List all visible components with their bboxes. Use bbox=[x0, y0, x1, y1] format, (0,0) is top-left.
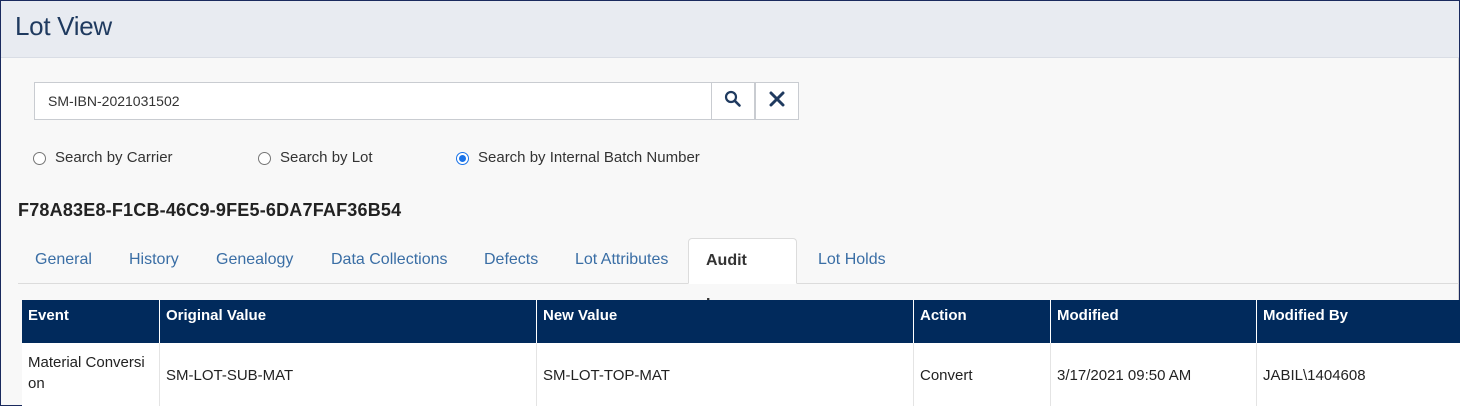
search-type-options: Search by Carrier Search by Lot Search b… bbox=[33, 149, 793, 169]
cell-original-value: SM-LOT-SUB-MAT bbox=[160, 343, 537, 406]
clear-button[interactable] bbox=[755, 82, 799, 120]
tab-data-collections[interactable]: Data Collections bbox=[314, 238, 465, 284]
column-header-original-value[interactable]: Original Value bbox=[160, 300, 537, 343]
tab-genealogy[interactable]: Genealogy bbox=[199, 238, 310, 284]
search-icon bbox=[724, 90, 742, 113]
cell-modified: 3/17/2021 09:50 AM bbox=[1051, 343, 1257, 406]
column-header-new-value[interactable]: New Value bbox=[537, 300, 914, 343]
search-button[interactable] bbox=[711, 82, 755, 120]
tab-history[interactable]: History bbox=[112, 238, 196, 284]
tab-audit-log[interactable]: Audit Log bbox=[688, 238, 797, 313]
radio-label: Search by Lot bbox=[280, 149, 373, 166]
tab-lot-holds[interactable]: Lot Holds bbox=[801, 238, 903, 284]
tab-lot-attributes[interactable]: Lot Attributes bbox=[558, 238, 685, 284]
radio-search-by-internal-batch-number[interactable]: Search by Internal Batch Number bbox=[456, 149, 700, 166]
radio-button[interactable] bbox=[33, 152, 46, 165]
audit-log-table: Event Original Value New Value Action Mo… bbox=[22, 300, 1460, 406]
page-header: Lot View bbox=[1, 1, 1459, 58]
search-input[interactable] bbox=[34, 82, 711, 120]
table-header: Event Original Value New Value Action Mo… bbox=[22, 300, 1460, 343]
cell-modified-by: JABIL\1404608 bbox=[1263, 366, 1366, 384]
column-header-action[interactable]: Action bbox=[914, 300, 1051, 343]
radio-button-selected[interactable] bbox=[456, 152, 469, 165]
column-header-modified-by[interactable]: Modified By bbox=[1257, 300, 1460, 343]
close-icon bbox=[769, 91, 785, 112]
cell-event: Material Conversion bbox=[22, 343, 160, 406]
lot-id-heading: F78A83E8-F1CB-46C9-9FE5-6DA7FAF36B54 bbox=[18, 200, 402, 220]
tab-defects[interactable]: Defects bbox=[467, 238, 555, 284]
column-header-modified[interactable]: Modified bbox=[1051, 300, 1257, 343]
radio-search-by-carrier[interactable]: Search by Carrier bbox=[33, 149, 173, 166]
cell-new-value: SM-LOT-TOP-MAT bbox=[537, 343, 914, 406]
radio-label: Search by Carrier bbox=[55, 149, 173, 166]
radio-button[interactable] bbox=[258, 152, 271, 165]
column-header-event[interactable]: Event bbox=[22, 300, 160, 343]
cell-action: Convert bbox=[914, 343, 1051, 406]
radio-label: Search by Internal Batch Number bbox=[478, 149, 700, 166]
table-row[interactable]: Material Conversion SM-LOT-SUB-MAT SM-LO… bbox=[22, 343, 1460, 406]
tab-bar: General History Genealogy Data Collectio… bbox=[18, 238, 1459, 313]
radio-search-by-lot[interactable]: Search by Lot bbox=[258, 149, 373, 166]
page-title: Lot View bbox=[15, 11, 112, 41]
search-bar bbox=[34, 82, 799, 120]
tab-general[interactable]: General bbox=[18, 238, 109, 284]
